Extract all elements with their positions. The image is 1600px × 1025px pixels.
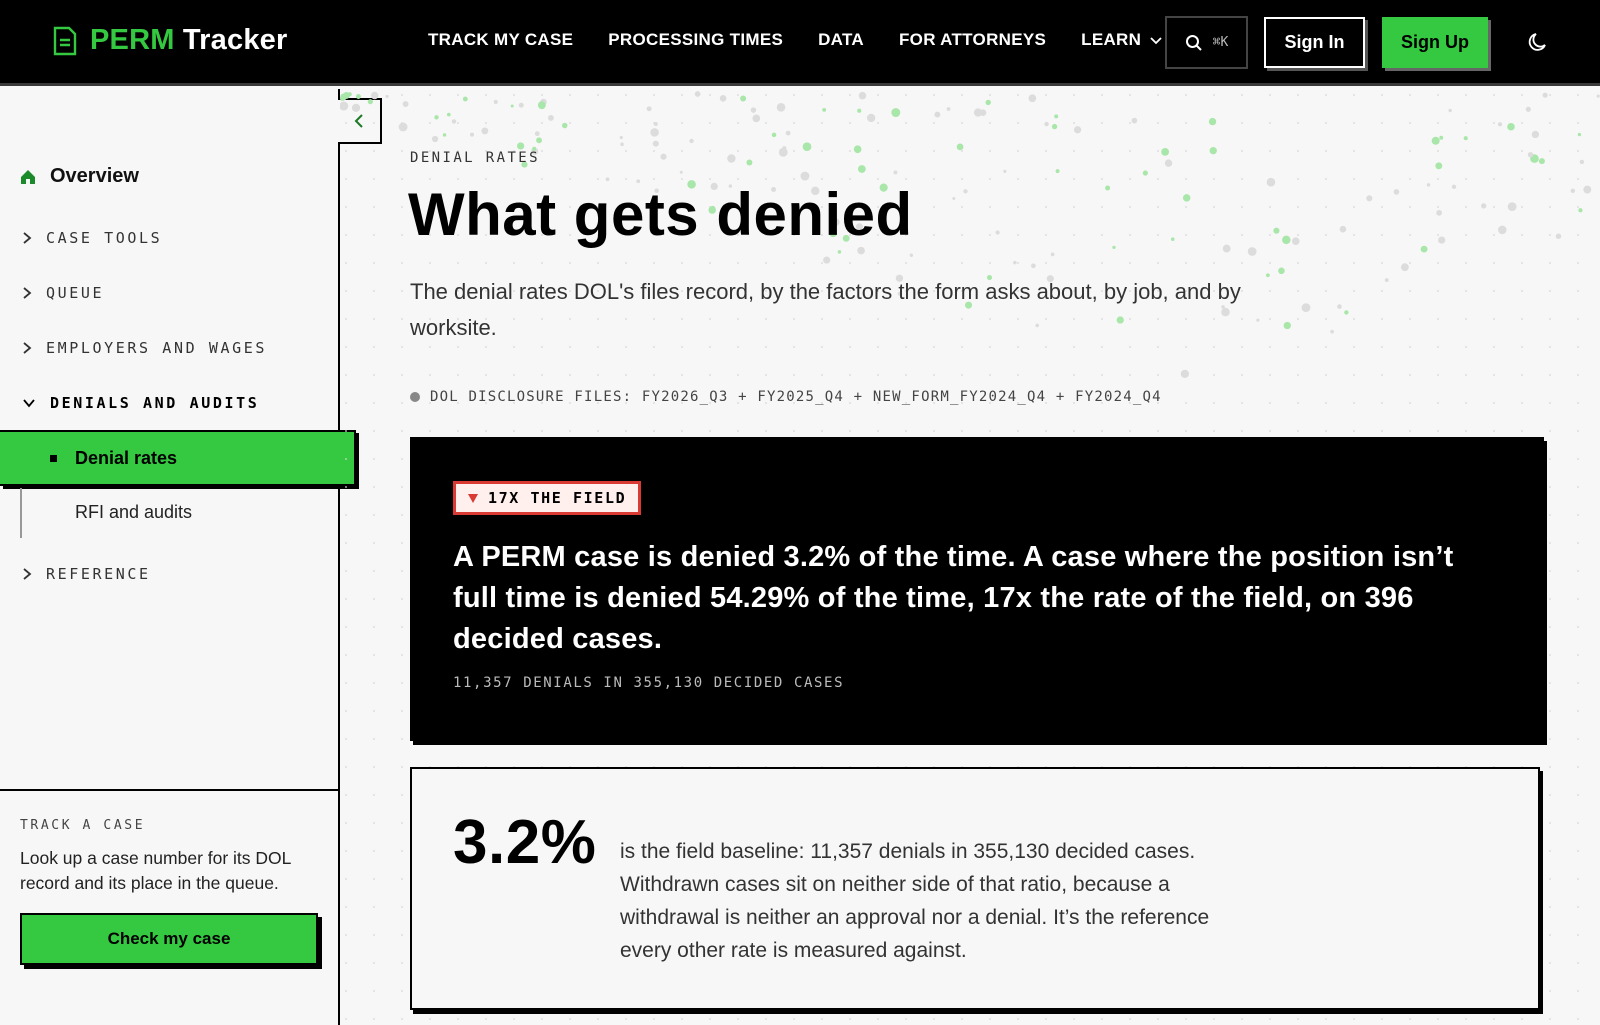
sign-in-button[interactable]: Sign In xyxy=(1264,17,1365,68)
search-button[interactable]: ⌘K xyxy=(1165,16,1248,69)
callout-badge-text: 17X THE FIELD xyxy=(488,489,627,507)
sidebar-section-label: QUEUE xyxy=(46,284,105,302)
sidebar-item-rfi-and-audits[interactable]: RFI and audits xyxy=(75,502,192,523)
sidebar-section-label: CASE TOOLS xyxy=(46,229,163,247)
sidebar-item-label: Denial rates xyxy=(75,447,178,468)
stat-value: 3.2% xyxy=(453,808,597,877)
moon-icon[interactable] xyxy=(1526,30,1550,54)
chevron-down-icon xyxy=(1150,37,1162,45)
chevron-down-icon xyxy=(23,399,35,408)
chevron-right-icon xyxy=(23,232,32,244)
sidebar-section-label: EMPLOYERS AND WAGES xyxy=(46,339,267,357)
sidebar-section-denials-and-audits[interactable]: DENIALS AND AUDITS xyxy=(22,394,259,412)
sidebar-section-case-tools[interactable]: CASE TOOLS xyxy=(22,229,162,247)
nav-track-my-case[interactable]: TRACK MY CASE xyxy=(428,30,573,50)
sidebar-section-queue[interactable]: QUEUE xyxy=(22,284,104,302)
subnav-rail xyxy=(20,488,22,538)
check-my-case-button[interactable]: Check my case xyxy=(20,913,318,965)
nav-learn[interactable]: LEARN xyxy=(1081,30,1163,50)
nav-learn-label: LEARN xyxy=(1081,30,1142,49)
nav-processing-times[interactable]: PROCESSING TIMES xyxy=(608,30,783,50)
headline-callout: 17X THE FIELD A PERM case is denied 3.2%… xyxy=(410,437,1544,741)
status-dot xyxy=(410,392,420,402)
sign-up-button[interactable]: Sign Up xyxy=(1382,17,1488,68)
data-sources: DOL DISCLOSURE FILES: FY2026_Q3 + FY2025… xyxy=(410,389,1162,405)
page-eyebrow: DENIAL RATES xyxy=(410,150,540,166)
active-marker xyxy=(50,454,57,462)
nav-for-attorneys[interactable]: FOR ATTORNEYS xyxy=(899,30,1046,50)
sidebar-section-employers-and-wages[interactable]: EMPLOYERS AND WAGES xyxy=(22,339,267,357)
sidebar-section-reference[interactable]: REFERENCE xyxy=(22,565,151,583)
sidebar-item-denial-rates[interactable]: Denial rates xyxy=(0,430,356,486)
search-icon xyxy=(1185,34,1202,51)
triangle-down-icon xyxy=(468,493,478,503)
chevron-left-icon xyxy=(354,114,363,128)
primary-nav: TRACK MY CASE PROCESSING TIMES DATA FOR … xyxy=(428,30,1163,50)
sidebar-section-label: DENIALS AND AUDITS xyxy=(50,394,260,412)
callout-badge: 17X THE FIELD xyxy=(453,481,642,515)
track-case-label: TRACK A CASE xyxy=(20,818,146,833)
page-lede: The denial rates DOL's files record, by … xyxy=(410,279,1241,340)
baseline-stat-card: 3.2% is the field baseline: 11,357 denia… xyxy=(410,767,1540,1010)
page-title: What gets denied xyxy=(408,181,913,248)
collapse-sidebar-button[interactable] xyxy=(338,98,382,144)
data-sources-text: DOL DISCLOSURE FILES: FY2026_Q3 + FY2025… xyxy=(430,389,1162,405)
top-navigation: PERM Tracker TRACK MY CASE PROCESSING TI… xyxy=(0,0,1600,86)
home-icon xyxy=(21,169,35,184)
sidebar-item-overview[interactable]: Overview xyxy=(20,165,139,188)
sidebar-section-label: REFERENCE xyxy=(46,565,151,583)
chevron-right-icon xyxy=(23,287,32,299)
track-case-description: Look up a case number for its DOL record… xyxy=(20,848,291,893)
search-shortcut: ⌘K xyxy=(1212,35,1229,50)
chevron-right-icon xyxy=(23,342,32,354)
callout-footnote: 11,357 DENIALS IN 355,130 DECIDED CASES xyxy=(453,675,845,691)
nav-data[interactable]: DATA xyxy=(818,30,864,50)
callout-text: A PERM case is denied 3.2% of the time. … xyxy=(453,541,1454,655)
stat-description: is the field baseline: 11,357 denials in… xyxy=(620,840,1210,962)
sidebar-overview-label: Overview xyxy=(50,165,139,187)
chevron-right-icon xyxy=(23,568,32,580)
brand-logo[interactable]: PERM Tracker xyxy=(52,24,287,57)
document-icon xyxy=(53,26,77,55)
brand-name: PERM Tracker xyxy=(90,24,288,56)
